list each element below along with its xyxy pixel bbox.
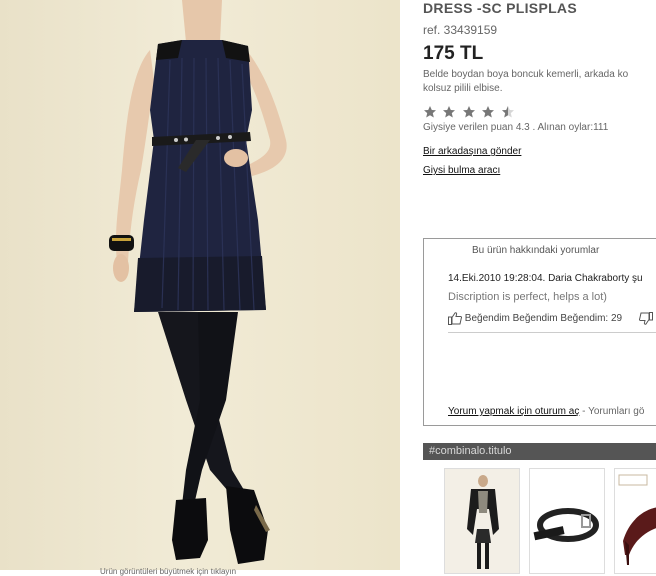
belt-image [530, 469, 604, 573]
comment-like-row: Beğendim Beğendim Beğendim: 29 [448, 311, 653, 327]
thumbs-up-icon[interactable] [448, 312, 463, 325]
size-guide-link[interactable]: Giysi bulma aracı [423, 165, 500, 176]
thumbs-down-icon[interactable] [638, 311, 653, 325]
view-comments-link[interactable]: - Yorumları gö [579, 406, 644, 417]
rating-stars[interactable] [423, 105, 516, 121]
model-figure [109, 0, 287, 564]
red-heel-shoe-image [615, 469, 656, 573]
like-label[interactable]: Beğendim Beğendim Beğendim: 29 [465, 313, 622, 324]
combo-thumb-red-heel-shoe[interactable] [614, 468, 656, 574]
description-line: Belde boydan boya boncuk kemerli, arkada… [423, 69, 629, 80]
star-half-icon[interactable] [501, 105, 515, 119]
rating-text: Giysiye verilen puan 4.3 . Alınan oylar:… [423, 122, 609, 133]
combo-thumb-belt[interactable] [529, 468, 605, 574]
product-image[interactable] [0, 0, 400, 570]
send-to-friend-link[interactable]: Bir arkadaşına gönder [423, 146, 521, 157]
comments-heading: Bu ürün hakkındaki yorumlar [472, 245, 600, 256]
product-title: DRESS -SC PLISPLAS [423, 0, 577, 16]
star-icon[interactable] [481, 105, 495, 119]
description-line: kolsuz pilili elbise. [423, 83, 503, 94]
product-ref: ref. 33439159 [423, 23, 498, 37]
star-icon[interactable] [442, 105, 456, 119]
coat-outfit-image [445, 469, 519, 573]
product-description: Belde boydan boya boncuk kemerli, arkada… [423, 68, 656, 96]
combo-header: #combinalo.titulo [423, 443, 656, 460]
star-icon[interactable] [423, 105, 437, 119]
comments-box: Bu ürün hakkındaki yorumlar 14.Eki.2010 … [423, 238, 656, 426]
login-to-comment-link[interactable]: Yorum yapmak için oturum aç [448, 406, 579, 417]
photo-caption[interactable]: Ürün görüntüleri büyütmek için tıklayın [100, 568, 300, 576]
product-price: 175 TL [423, 43, 484, 64]
combo-thumb-coat-outfit[interactable] [444, 468, 520, 574]
comment-text: Discription is perfect, helps a lot) [448, 291, 607, 303]
comments-footer: Yorum yapmak için oturum aç - Yorumları … [448, 406, 644, 417]
comment-meta: 14.Eki.2010 19:28:04. Daria Chakraborty … [448, 273, 643, 284]
star-icon[interactable] [462, 105, 476, 119]
divider [448, 332, 656, 333]
